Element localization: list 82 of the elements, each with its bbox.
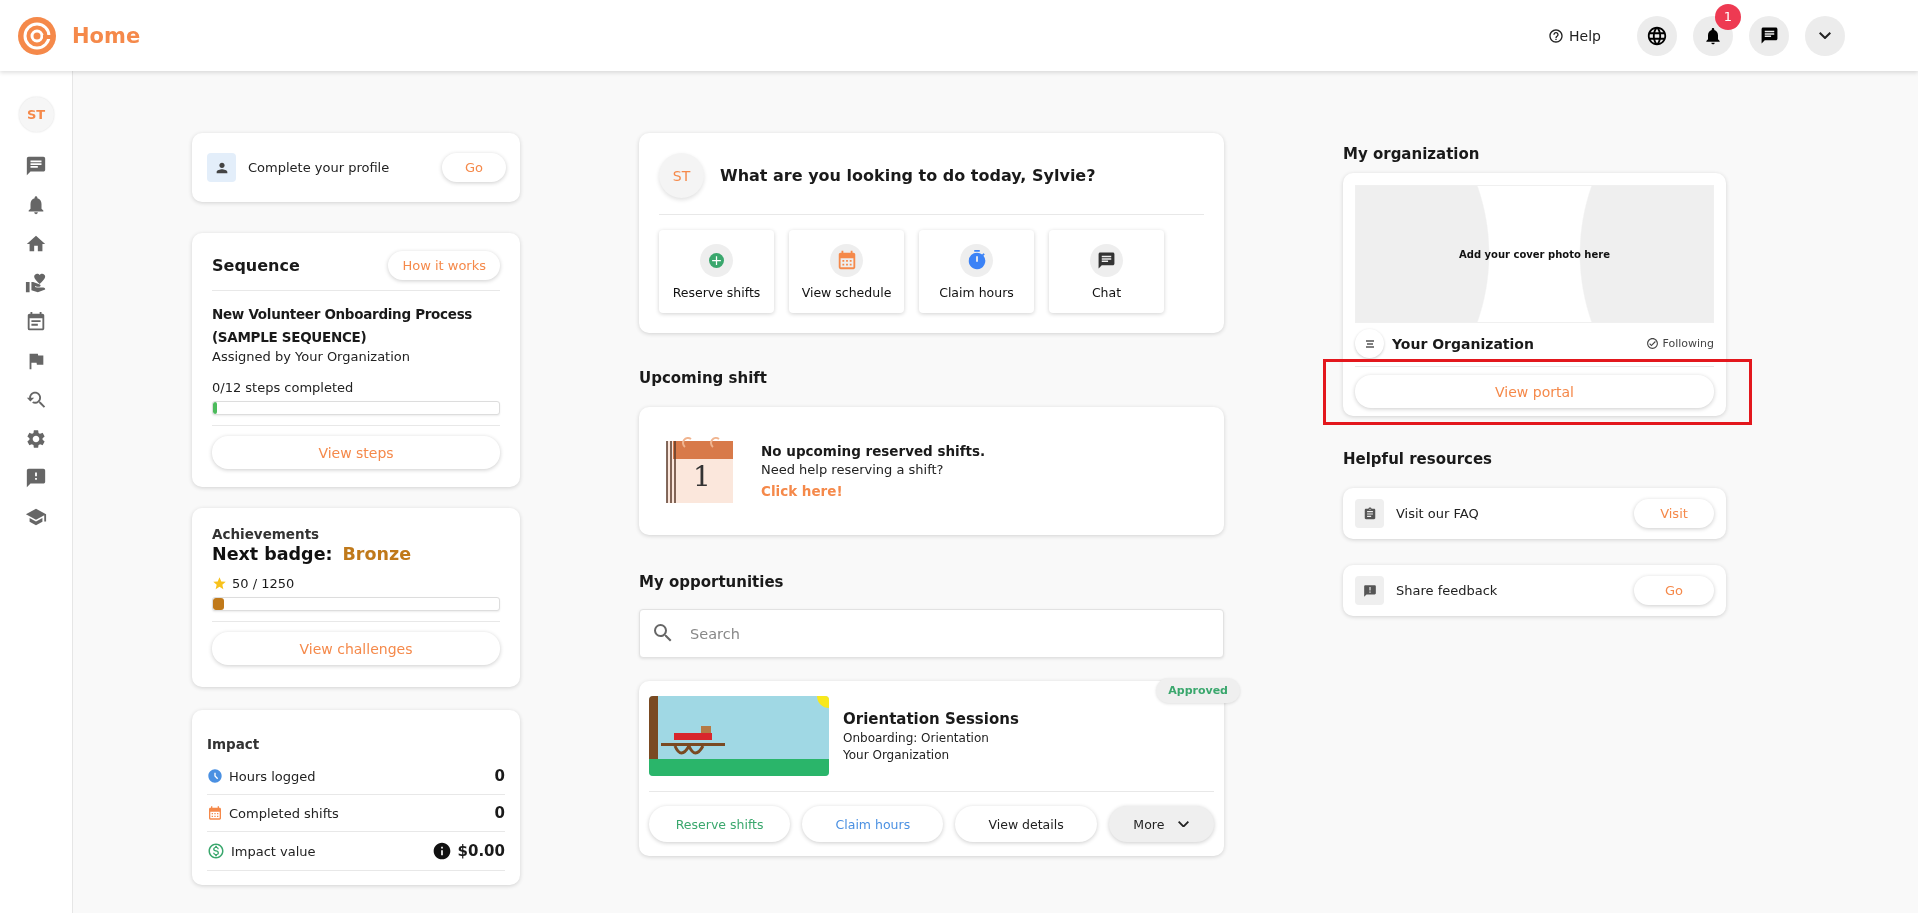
resource-label: Visit our FAQ <box>1396 506 1480 521</box>
heart-hand-icon[interactable] <box>25 272 47 294</box>
check-icon <box>1646 337 1660 350</box>
help-link[interactable]: Help <box>1548 27 1601 44</box>
page-title: Home <box>72 23 141 48</box>
calendar-icon <box>207 805 223 821</box>
card-title: Sequence <box>212 256 300 275</box>
logo-icon <box>17 15 57 56</box>
globe-icon <box>1646 24 1668 47</box>
person-icon <box>207 153 236 182</box>
card-title: Impact <box>207 736 261 752</box>
sequence-name: New Volunteer Onboarding Process (SAMPLE SEQUENCE) <box>212 305 474 347</box>
clipboard-icon <box>1362 506 1377 521</box>
opportunity-title: Orientation Sessions <box>843 710 1019 728</box>
calendar-day: 1 <box>693 463 711 491</box>
how-it-works-button[interactable]: How it works <box>388 251 500 280</box>
chevron-icon <box>1178 820 1190 828</box>
help-text: Need help reserving a shift? <box>761 462 945 477</box>
welcome-question: What are you looking to do today, Sylvie? <box>720 166 1096 185</box>
impact-label: Hours logged <box>229 768 317 784</box>
settings-icon[interactable] <box>25 428 47 450</box>
section-heading: My organization <box>1343 145 1481 163</box>
section-heading: Upcoming shift <box>639 369 768 387</box>
impact-value: 0 <box>494 767 505 785</box>
organization-name: Your Organization <box>1392 335 1535 352</box>
messages-button[interactable] <box>1749 15 1789 56</box>
points-text: 50 / 1250 <box>232 576 295 591</box>
click-here-link[interactable]: Click here! <box>761 483 986 499</box>
view-challenges-button[interactable]: View challenges <box>212 632 500 665</box>
section-heading: My opportunities <box>639 573 785 591</box>
star-icon <box>212 576 227 591</box>
more-dropdown[interactable]: More <box>1108 806 1214 842</box>
feedback-icon <box>1362 583 1377 598</box>
dollar-icon <box>207 842 225 860</box>
quick-action[interactable]: Claim hours <box>919 230 1034 313</box>
next-badge-label: Next badge: <box>212 544 333 564</box>
feedback-icon[interactable] <box>25 467 47 489</box>
notification-count: 1 <box>1715 3 1741 30</box>
quick-action[interactable]: Chat <box>1049 230 1164 313</box>
impact-label: Completed shifts <box>229 805 340 821</box>
resource-button[interactable]: Visit <box>1634 499 1714 528</box>
section-heading: Helpful resources <box>1343 450 1494 468</box>
user-avatar: ST <box>659 153 704 198</box>
view-steps-button[interactable]: View steps <box>212 436 500 469</box>
action-button[interactable]: Reserve shifts <box>649 806 791 842</box>
impact-value: $0.00 <box>457 842 505 860</box>
impact-label: Impact value <box>231 843 317 859</box>
badge-name: Bronze <box>342 544 412 564</box>
profile-prompt: Complete your profile <box>248 160 391 175</box>
search-field[interactable]: Search <box>639 609 1224 658</box>
chat-icon <box>1759 26 1779 45</box>
language-button[interactable] <box>1637 15 1677 56</box>
opportunity-category: Onboarding: Orientation <box>843 731 990 745</box>
action-button[interactable]: View details <box>955 806 1097 842</box>
bell-icon <box>1703 25 1723 46</box>
go-button[interactable]: Go <box>442 153 506 182</box>
resource-button[interactable]: Go <box>1634 576 1714 605</box>
graduation-cap-icon[interactable] <box>25 506 47 528</box>
cover-prompt: Add your cover photo here <box>1459 248 1610 260</box>
status-badge: Approved <box>1156 678 1240 703</box>
quick-action[interactable]: View schedule <box>789 230 904 313</box>
user-avatar[interactable]: ST <box>18 97 54 132</box>
help-icon <box>1548 27 1565 44</box>
view-portal-button[interactable]: View portal <box>1355 375 1714 408</box>
chevron-icon <box>1819 31 1831 40</box>
chat-icon <box>1097 250 1116 270</box>
assigned-by: Assigned by Your Organization <box>212 349 411 364</box>
calendar-icon[interactable] <box>25 311 47 333</box>
impact-value: 0 <box>494 804 505 822</box>
action-button[interactable]: Claim hours <box>802 806 944 842</box>
card-title: Achievements <box>212 526 321 542</box>
plus-icon <box>709 252 724 268</box>
empty-title: No upcoming reserved shifts. <box>761 443 986 459</box>
progress-text: 0/12 steps completed <box>212 380 355 395</box>
clock-icon <box>207 768 223 784</box>
following-status[interactable]: Following <box>1646 337 1714 350</box>
resource-label: Share feedback <box>1396 583 1499 598</box>
logo-placeholder-icon <box>1355 329 1384 358</box>
quick-action[interactable]: Reserve shifts <box>659 230 774 313</box>
chat-icon[interactable] <box>25 155 47 177</box>
info-icon[interactable] <box>431 841 452 861</box>
opportunity-organization: Your Organization <box>843 748 951 762</box>
